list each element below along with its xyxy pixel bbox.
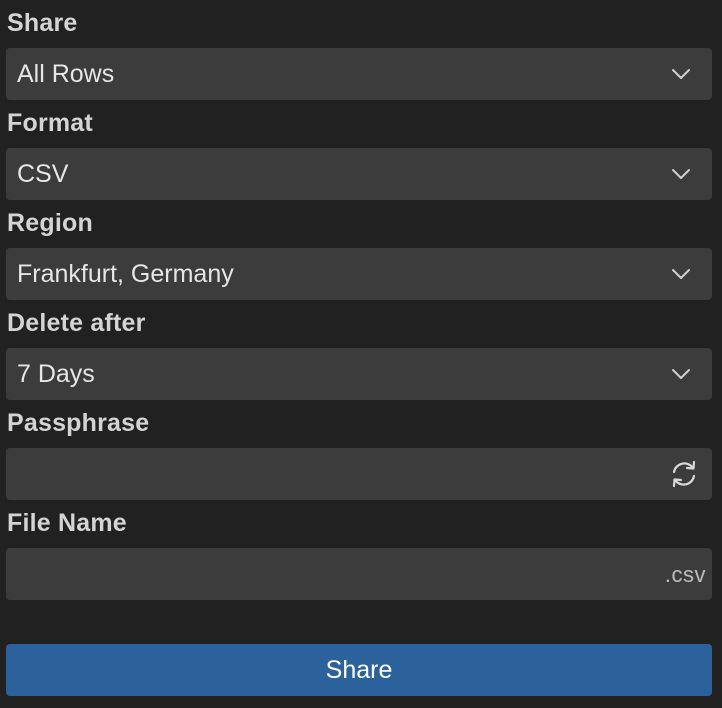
chevron-down-icon [672, 269, 690, 279]
chevron-down-icon [672, 169, 690, 179]
delete-after-label: Delete after [7, 309, 146, 337]
delete-after-select[interactable]: 7 Days [6, 348, 712, 400]
format-select-value: CSV [17, 160, 69, 188]
passphrase-input[interactable] [6, 448, 712, 500]
file-extension-suffix: .csv [664, 562, 706, 587]
format-select[interactable]: CSV [6, 148, 712, 200]
share-button[interactable]: Share [6, 644, 712, 696]
file-name-input[interactable]: .csv [6, 548, 712, 600]
chevron-down-icon [672, 369, 690, 379]
share-label: Share [7, 9, 78, 37]
chevron-down-icon [672, 69, 690, 79]
share-select[interactable]: All Rows [6, 48, 712, 100]
region-select-value: Frankfurt, Germany [17, 260, 234, 288]
format-label: Format [7, 109, 93, 137]
share-form: Share All Rows Format CSV Region Frankfu… [6, 0, 712, 696]
refresh-icon[interactable] [668, 459, 700, 489]
file-name-label: File Name [7, 509, 127, 537]
passphrase-label: Passphrase [7, 409, 150, 437]
region-select[interactable]: Frankfurt, Germany [6, 248, 712, 300]
region-label: Region [7, 209, 93, 237]
share-select-value: All Rows [17, 60, 115, 88]
delete-after-select-value: 7 Days [17, 360, 95, 388]
